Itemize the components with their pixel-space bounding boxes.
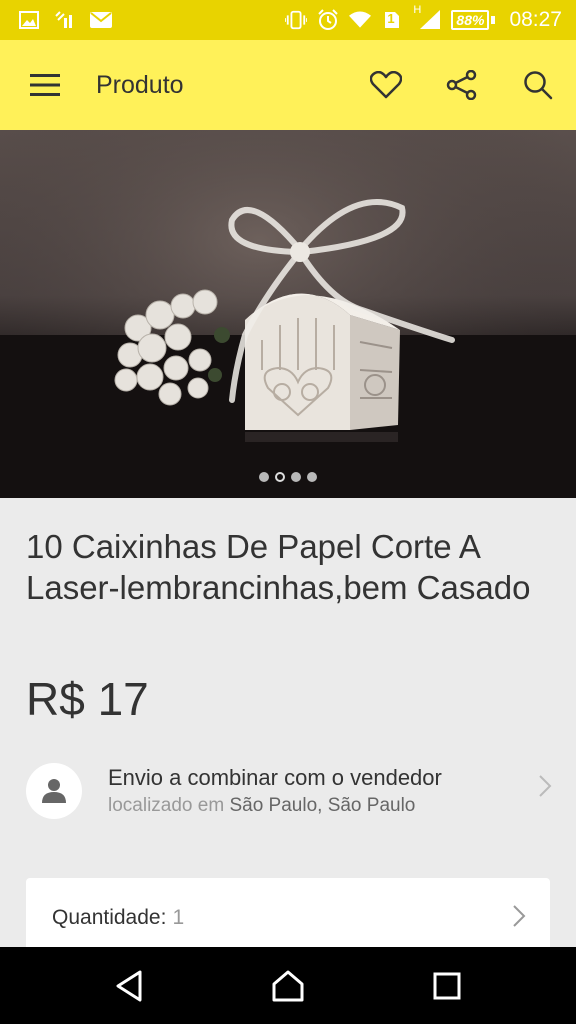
heart-icon — [370, 71, 402, 99]
mail-notification-icon — [90, 10, 112, 30]
clock: 08:27 — [509, 8, 562, 31]
quantity-value: 1 — [172, 906, 185, 929]
signal-notification-icon — [54, 10, 76, 30]
battery-level: 88% — [451, 10, 490, 30]
pager-dot[interactable] — [307, 472, 317, 482]
battery-charging-icon — [491, 16, 496, 24]
product-title: 10 Caixinhas De Papel Corte A Laser-lemb… — [26, 528, 531, 606]
battery-icon: 88% — [451, 10, 496, 30]
cell-signal-icon: H — [413, 4, 441, 30]
status-bar: 1 H 88% 08:27 — [0, 0, 576, 40]
gallery-pager[interactable] — [0, 472, 576, 482]
share-button[interactable] — [424, 40, 500, 130]
person-icon — [42, 779, 66, 803]
shipping-title: Envio a combinar com o vendedor — [108, 765, 442, 790]
pager-dot[interactable] — [259, 472, 269, 482]
chevron-right-icon — [513, 905, 526, 927]
product-price: R$ 17 — [26, 673, 149, 725]
seller-avatar — [26, 763, 82, 819]
app-bar: Produto — [0, 40, 576, 130]
network-type-label: H — [413, 4, 422, 16]
recents-icon — [433, 972, 461, 999]
location-value: São Paulo, São Paulo — [229, 795, 416, 816]
shipping-row[interactable]: Envio a combinar com o vendedor localiza… — [26, 756, 556, 826]
gallery-notification-icon — [18, 10, 40, 30]
menu-icon — [30, 74, 60, 96]
sim-slot-label: 1 — [387, 11, 395, 26]
menu-button[interactable] — [0, 40, 90, 130]
location-label: localizado em — [108, 795, 225, 816]
sim-icon: 1 — [381, 10, 403, 30]
home-button[interactable] — [248, 947, 328, 1024]
search-button[interactable] — [500, 40, 576, 130]
chevron-right-icon — [539, 775, 552, 797]
back-button[interactable] — [89, 947, 169, 1024]
alarm-icon — [317, 9, 339, 30]
seller-location: localizado em São Paulo, São Paulo — [108, 795, 442, 817]
home-icon — [272, 970, 304, 1001]
pager-dot[interactable] — [291, 472, 301, 482]
share-icon — [446, 70, 477, 100]
product-photo — [0, 130, 576, 498]
wifi-icon — [349, 10, 372, 30]
product-image-gallery[interactable] — [0, 130, 576, 498]
search-icon — [524, 71, 553, 100]
back-icon — [116, 970, 142, 1001]
system-nav-bar — [0, 947, 576, 1024]
quantity-selector[interactable]: Quantidade: 1 — [26, 878, 550, 958]
page-title: Produto — [96, 70, 184, 99]
pager-dot-active[interactable] — [275, 472, 285, 482]
vibrate-icon — [285, 10, 308, 30]
favorite-button[interactable] — [348, 40, 424, 130]
quantity-label: Quantidade: — [52, 906, 167, 929]
recents-button[interactable] — [407, 947, 487, 1024]
